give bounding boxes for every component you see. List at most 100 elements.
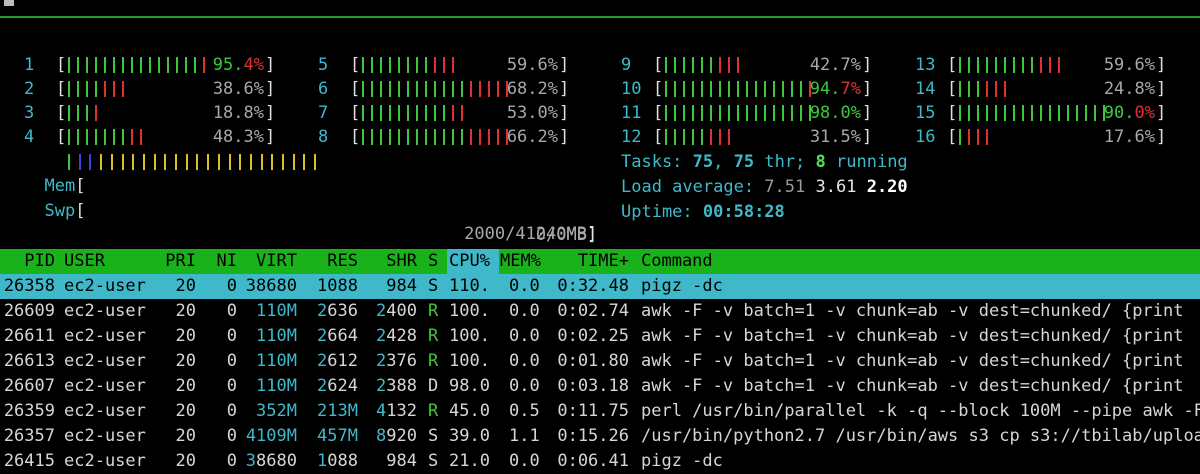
cell-cpu: 100. bbox=[449, 351, 490, 371]
cpu-bar-tick bbox=[452, 105, 454, 121]
running-count: 8 bbox=[815, 152, 826, 172]
cpu-bar-tick bbox=[719, 105, 721, 121]
cell-user: ec2-user bbox=[64, 426, 146, 446]
process-row[interactable]: 26358 ec2-user 20 0 38680 1088 984 S 110. 0.0 0:32… bbox=[0, 274, 1200, 299]
cell-res: 457M bbox=[317, 426, 358, 446]
meter-bracket-left: [ bbox=[947, 103, 958, 123]
cpu-bar-tick bbox=[1013, 105, 1015, 121]
cell-shr: 2388 bbox=[376, 376, 417, 396]
cpu-number: 12 bbox=[621, 127, 642, 147]
cell-res: 2624 bbox=[317, 376, 358, 396]
cpu-bar-tick bbox=[434, 57, 436, 73]
cpu-bar-tick bbox=[407, 129, 409, 145]
cell-cpu: 110. bbox=[449, 276, 490, 296]
cell-pri: 20 bbox=[175, 451, 196, 471]
col-time[interactable]: TIME+ bbox=[550, 249, 629, 274]
cpu-bar-tick bbox=[968, 57, 970, 73]
cpu-bar-tick bbox=[389, 129, 391, 145]
cpu-bar-tick bbox=[416, 57, 418, 73]
cpu-bar-tick bbox=[986, 57, 988, 73]
cell-time: 0:15.26 bbox=[557, 426, 629, 446]
memory-bar-tick bbox=[89, 154, 92, 170]
process-row[interactable]: 26415 ec2-user 20 0 38680 1088 984 S 21.0 0.0 0:06… bbox=[0, 449, 1200, 474]
col-shr[interactable]: SHR bbox=[360, 249, 417, 274]
cpu-bar-tick bbox=[986, 129, 988, 145]
cpu-bar-tick bbox=[113, 57, 115, 73]
cpu-bar-tick bbox=[68, 81, 70, 97]
cpu-number: 11 bbox=[621, 103, 642, 123]
cpu-number: 6 bbox=[318, 79, 329, 99]
cpu-bar-tick bbox=[452, 57, 454, 73]
meter-bracket-left: [ bbox=[350, 55, 361, 75]
col-mem[interactable]: MEM% bbox=[500, 249, 541, 274]
cell-s: S bbox=[428, 426, 439, 446]
memory-bar-tick bbox=[282, 154, 284, 170]
cpu-bar-tick bbox=[77, 81, 79, 97]
cpu-percent: 66.2% bbox=[506, 127, 558, 147]
cell-time: 0:03.18 bbox=[557, 376, 629, 396]
cpu-bar-tick bbox=[443, 105, 445, 121]
cpu-bar-tick bbox=[665, 105, 667, 121]
process-row[interactable]: 26611 ec2-user 20 0 110M 2664 2428 R 100. 0.0 0:02… bbox=[0, 324, 1200, 349]
cell-cmd: awk -F -v batch=1 -v chunk=ab -v dest=ch… bbox=[641, 376, 1184, 396]
cpu-bar-tick bbox=[1040, 105, 1042, 121]
cell-mem: 1.1 bbox=[509, 426, 540, 446]
cell-time: 0:11.75 bbox=[557, 401, 629, 421]
cell-user: ec2-user bbox=[64, 301, 146, 321]
cpu-bar-tick bbox=[977, 105, 979, 121]
cpu-bar-tick bbox=[683, 81, 685, 97]
meter-bracket-right: ] bbox=[862, 103, 873, 123]
memory-bar-tick bbox=[196, 154, 199, 170]
cpu-percent: 90.0% bbox=[1103, 103, 1155, 123]
cpu-number: 5 bbox=[318, 55, 329, 75]
col-user[interactable]: USER bbox=[64, 249, 105, 274]
col-state[interactable]: S bbox=[428, 249, 438, 274]
cpu-bar-tick bbox=[425, 81, 427, 97]
cpu-bar-tick bbox=[683, 105, 685, 121]
col-cpu[interactable]: CPU% bbox=[449, 249, 490, 274]
cpu-bar-tick bbox=[692, 57, 694, 73]
cpu-percent: 59.6% bbox=[1103, 55, 1155, 75]
cpu-number: 8 bbox=[318, 127, 329, 147]
cpu-bar-tick bbox=[1004, 57, 1006, 73]
cpu-meter-14: 14 [24.8%] bbox=[915, 77, 1175, 101]
cell-user: ec2-user bbox=[64, 276, 146, 296]
cell-shr: 2400 bbox=[376, 301, 417, 321]
cell-pri: 20 bbox=[175, 276, 196, 296]
col-ni[interactable]: NI bbox=[200, 249, 237, 274]
cpu-bar-tick bbox=[719, 57, 721, 73]
memory-bar-tick bbox=[292, 154, 295, 170]
col-pri[interactable]: PRI bbox=[150, 249, 196, 274]
cpu-number: 10 bbox=[621, 79, 642, 99]
cell-shr: 8920 bbox=[376, 426, 417, 446]
cpu-number: 14 bbox=[915, 79, 936, 99]
cpu-bar-tick bbox=[737, 57, 739, 73]
process-row[interactable]: 26357 ec2-user 20 0 4109M 457M 8920 S 39.0 1.1 0:1… bbox=[0, 424, 1200, 449]
process-row[interactable]: 26359 ec2-user 20 0 352M 213M 4132 R 45.0 0.5 0:11… bbox=[0, 399, 1200, 424]
cpu-bar-tick bbox=[995, 105, 997, 121]
cell-res: 2664 bbox=[317, 326, 358, 346]
col-command[interactable]: Command bbox=[641, 249, 713, 274]
col-virt[interactable]: VIRT bbox=[240, 249, 297, 274]
load-1min: 7.51 bbox=[764, 177, 806, 197]
col-pid[interactable]: PID bbox=[0, 249, 55, 274]
cpu-bar-tick bbox=[665, 129, 667, 145]
cpu-bar-tick bbox=[425, 105, 427, 121]
col-res[interactable]: RES bbox=[300, 249, 358, 274]
meter-bracket-left: [ bbox=[947, 79, 958, 99]
process-row[interactable]: 26607 ec2-user 20 0 110M 2624 2388 D 98.0 0.0 0:03… bbox=[0, 374, 1200, 399]
cpu-percent: 42.7% bbox=[809, 55, 861, 75]
cpu-bar-tick bbox=[443, 57, 445, 73]
cell-user: ec2-user bbox=[64, 451, 146, 471]
cell-pid: 26415 bbox=[3, 451, 55, 471]
cell-cmd: awk -F -v batch=1 -v chunk=ab -v dest=ch… bbox=[641, 351, 1184, 371]
process-row[interactable]: 26613 ec2-user 20 0 110M 2612 2376 R 100. 0.0 0:01… bbox=[0, 349, 1200, 374]
meter-bracket-right: ] bbox=[265, 103, 276, 123]
meter-bracket-left: [ bbox=[653, 103, 664, 123]
process-row[interactable]: 26609 ec2-user 20 0 110M 2636 2400 R 100. 0.0 0:02… bbox=[0, 299, 1200, 324]
cpu-percent: 38.6% bbox=[212, 79, 264, 99]
cpu-bar-tick bbox=[986, 105, 988, 121]
cpu-bar-tick bbox=[1049, 105, 1051, 121]
cell-ni: 0 bbox=[226, 301, 237, 321]
process-table-header[interactable]: PID USER PRI NI VIRT RES SHR S CPU% MEM%… bbox=[0, 249, 1200, 274]
